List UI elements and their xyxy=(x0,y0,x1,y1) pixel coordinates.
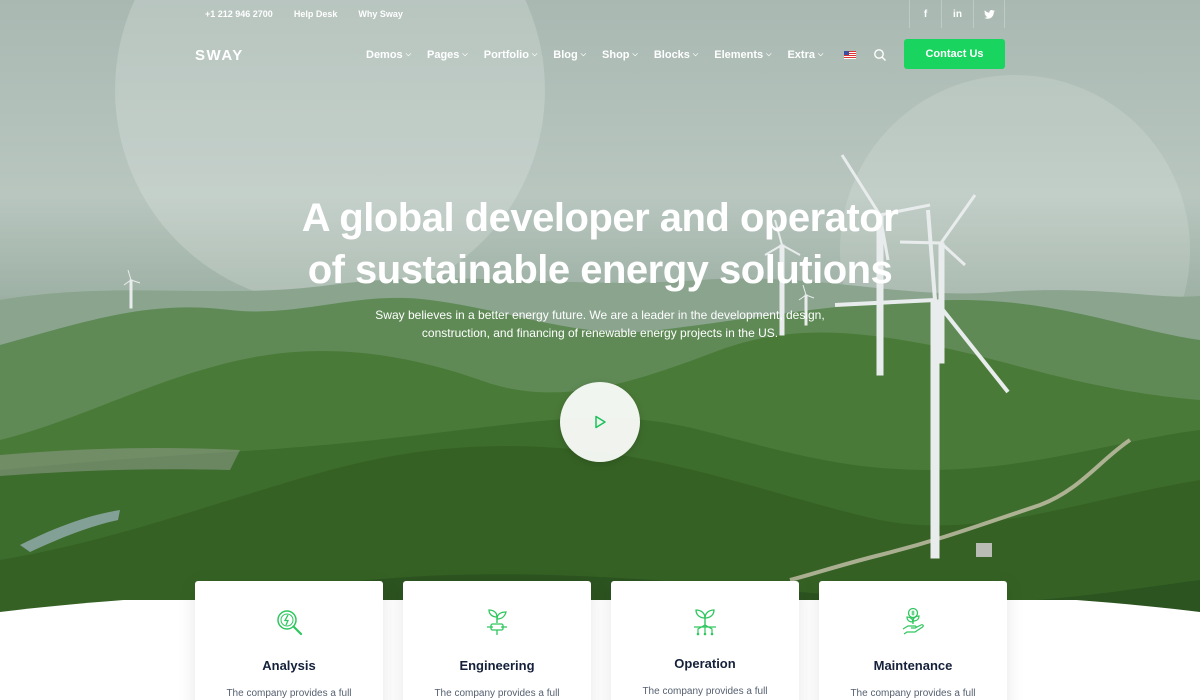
hero-subtext-line-1: Sway believes in a better energy future.… xyxy=(375,308,825,322)
nav-item-label: Blocks xyxy=(653,49,690,61)
nav-item-shop[interactable]: Shop ⌵ xyxy=(602,49,638,61)
phone-number-link[interactable]: +1 212 946 2700 xyxy=(205,9,273,19)
card-title: Maintenance xyxy=(873,658,953,673)
linkedin-icon[interactable]: in xyxy=(941,0,973,28)
hero-headline-line-1: A global developer and operator xyxy=(301,196,899,240)
hand-coin-plant-icon xyxy=(902,607,924,635)
play-video-button[interactable] xyxy=(560,382,640,462)
top-bar: +1 212 946 2700 Help Desk Why Sway f in xyxy=(0,0,1200,28)
chevron-down-icon: ⌵ xyxy=(692,51,699,58)
chevron-down-icon: ⌵ xyxy=(462,51,468,58)
card-description: The company provides a full xyxy=(226,688,352,699)
nav-item-extra[interactable]: Extra ⌵ xyxy=(787,49,823,61)
hero-subtext-line-2: construction, and financing of renewable… xyxy=(421,326,779,340)
chevron-down-icon: ⌵ xyxy=(818,51,824,58)
chevron-down-icon: ⌵ xyxy=(405,51,411,58)
nav-item-blocks[interactable]: Blocks ⌵ xyxy=(654,49,698,61)
card-description: The company provides a full xyxy=(850,688,976,699)
feature-cards: Analysis The company provides a full Eng… xyxy=(195,581,1007,700)
nav-item-label: Elements xyxy=(714,49,764,61)
plant-plug-icon xyxy=(487,609,507,635)
search-icon[interactable] xyxy=(873,48,887,62)
chevron-down-icon: ⌵ xyxy=(580,51,587,58)
chevron-down-icon: ⌵ xyxy=(632,51,638,58)
feature-card-maintenance[interactable]: Maintenance The company provides a full xyxy=(819,581,1007,700)
nav-item-label: Portfolio xyxy=(483,49,529,61)
nav-item-label: Pages xyxy=(427,49,460,61)
top-links: +1 212 946 2700 Help Desk Why Sway xyxy=(205,9,403,19)
twitter-icon[interactable] xyxy=(973,0,1005,28)
card-title: Operation xyxy=(674,656,736,671)
card-title: Analysis xyxy=(262,658,316,673)
card-description: The company provides a full xyxy=(434,688,560,699)
feature-card-analysis[interactable]: Analysis The company provides a full xyxy=(195,581,383,700)
nav-item-label: Extra xyxy=(787,49,815,61)
card-description: The company provides a full xyxy=(642,686,768,697)
nav-item-portfolio[interactable]: Portfolio ⌵ xyxy=(484,49,538,61)
us-flag-icon[interactable] xyxy=(844,51,856,59)
contact-us-button[interactable]: Contact Us xyxy=(904,39,1005,69)
plant-circuit-icon xyxy=(694,609,716,636)
help-desk-link[interactable]: Help Desk xyxy=(294,9,338,19)
feature-card-operation[interactable]: Operation The company provides a full xyxy=(611,581,799,700)
card-title: Engineering xyxy=(459,658,535,673)
nav-menu: Demos ⌵ Pages ⌵ Portfolio ⌵ Blog ⌵ Shop ⌵ Blo… xyxy=(366,49,839,61)
site-logo[interactable]: SWAY xyxy=(195,47,244,64)
facebook-icon[interactable]: f xyxy=(909,0,941,28)
chevron-down-icon: ⌵ xyxy=(531,51,538,58)
play-icon xyxy=(595,415,606,429)
chevron-down-icon: ⌵ xyxy=(766,51,772,58)
magnifier-energy-icon xyxy=(277,610,303,636)
nav-item-label: Blog xyxy=(553,49,578,61)
nav-item-demos[interactable]: Demos ⌵ xyxy=(366,49,411,61)
main-nav: SWAY Demos ⌵ Pages ⌵ Portfolio ⌵ Blog ⌵ Shop… xyxy=(0,38,1200,72)
hero-headline-line-2: of sustainable energy solutions xyxy=(307,248,893,292)
nav-item-label: Demos xyxy=(366,49,403,61)
feature-card-engineering[interactable]: Engineering The company provides a full xyxy=(403,581,591,700)
nav-item-blog[interactable]: Blog ⌵ xyxy=(553,49,586,61)
why-sway-link[interactable]: Why Sway xyxy=(358,9,403,19)
hero-subtext: Sway believes in a better energy future.… xyxy=(360,306,840,342)
nav-item-elements[interactable]: Elements ⌵ xyxy=(714,49,771,61)
nav-item-label: Shop xyxy=(602,49,630,61)
hero-headline: A global developer and operator of susta… xyxy=(0,192,1200,296)
nav-item-pages[interactable]: Pages ⌵ xyxy=(427,49,468,61)
social-links: f in xyxy=(909,0,1005,28)
